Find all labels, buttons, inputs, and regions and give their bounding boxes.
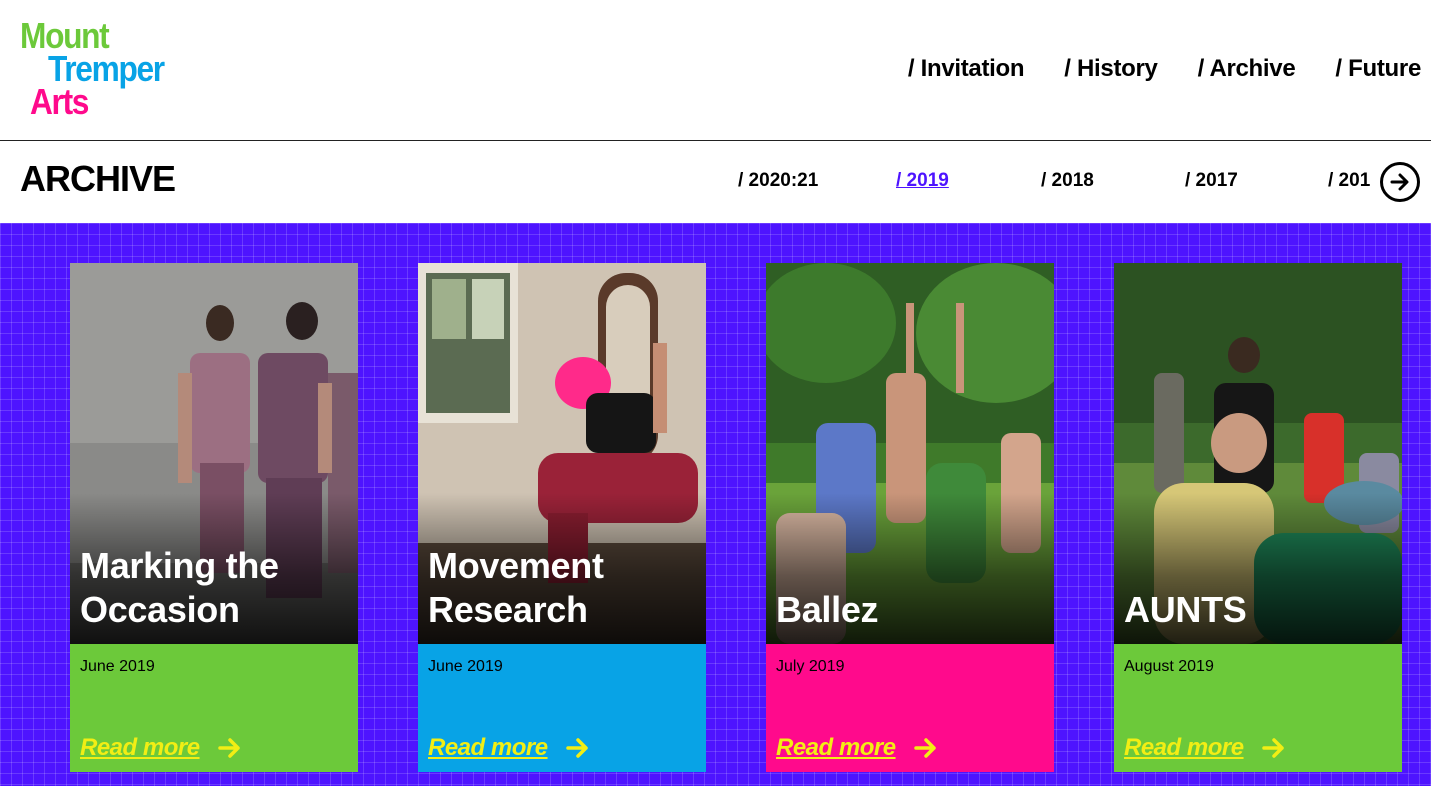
archive-grid: Marking the Occasion June 2019 Read more bbox=[0, 223, 1431, 786]
logo-line-arts: Arts bbox=[30, 81, 89, 122]
card-title: Movement Research bbox=[428, 545, 604, 630]
year-link-2017[interactable]: / 2017 bbox=[1185, 170, 1238, 192]
card-date: August 2019 bbox=[1124, 658, 1214, 675]
year-link-2019[interactable]: / 2019 bbox=[896, 170, 949, 192]
read-more-row: Read more bbox=[776, 734, 938, 762]
archive-card-aunts[interactable]: AUNTS August 2019 Read more bbox=[1114, 263, 1402, 772]
nav-invitation[interactable]: / Invitation bbox=[908, 55, 1025, 83]
page-title: ARCHIVE bbox=[20, 158, 176, 199]
card-info-panel: June 2019 Read more bbox=[418, 644, 706, 772]
year-link-2016[interactable]: / 2016 bbox=[1328, 170, 1370, 192]
archive-bar: ARCHIVE / 2020:21 / 2019 / 2018 / 2017 /… bbox=[0, 142, 1431, 223]
card-info-panel: June 2019 Read more bbox=[70, 644, 358, 772]
card-date: July 2019 bbox=[776, 658, 845, 675]
card-info-panel: July 2019 Read more bbox=[766, 644, 1054, 772]
year-selector: / 2020:21 / 2019 / 2018 / 2017 / 2016 bbox=[730, 170, 1370, 200]
card-title: Ballez bbox=[776, 589, 879, 630]
read-more-link[interactable]: Read more bbox=[80, 734, 200, 762]
archive-card-ballez[interactable]: Ballez July 2019 Read more bbox=[766, 263, 1054, 772]
card-info-panel: August 2019 Read more bbox=[1114, 644, 1402, 772]
nav-archive[interactable]: / Archive bbox=[1198, 55, 1296, 83]
arrow-right-icon bbox=[1261, 738, 1284, 758]
nav-history[interactable]: / History bbox=[1064, 55, 1158, 83]
year-next-button[interactable] bbox=[1380, 162, 1420, 202]
mount-tremper-arts-logo[interactable]: Mount Tremper Arts bbox=[18, 18, 218, 128]
arrow-right-icon bbox=[217, 738, 240, 758]
site-header: Mount Tremper Arts / Invitation / Histor… bbox=[0, 0, 1431, 141]
archive-card-movement-research[interactable]: Movement Research June 2019 Read more bbox=[418, 263, 706, 772]
card-title: AUNTS bbox=[1124, 589, 1247, 630]
read-more-link[interactable]: Read more bbox=[1124, 734, 1244, 762]
card-date: June 2019 bbox=[428, 658, 503, 675]
read-more-row: Read more bbox=[1124, 734, 1286, 762]
arrow-right-icon bbox=[913, 738, 936, 758]
card-date: June 2019 bbox=[80, 658, 155, 675]
arrow-right-icon bbox=[565, 738, 588, 758]
read-more-link[interactable]: Read more bbox=[776, 734, 896, 762]
main-nav: / Invitation / History / Archive / Futur… bbox=[868, 55, 1421, 83]
year-link-2020-21[interactable]: / 2020:21 bbox=[738, 170, 818, 192]
nav-future[interactable]: / Future bbox=[1335, 55, 1421, 83]
read-more-row: Read more bbox=[80, 734, 242, 762]
read-more-link[interactable]: Read more bbox=[428, 734, 548, 762]
arrow-right-circle-icon bbox=[1390, 173, 1409, 191]
card-title: Marking the Occasion bbox=[80, 545, 279, 630]
read-more-row: Read more bbox=[428, 734, 590, 762]
archive-card-marking-the-occasion[interactable]: Marking the Occasion June 2019 Read more bbox=[70, 263, 358, 772]
year-link-2018[interactable]: / 2018 bbox=[1041, 170, 1094, 192]
